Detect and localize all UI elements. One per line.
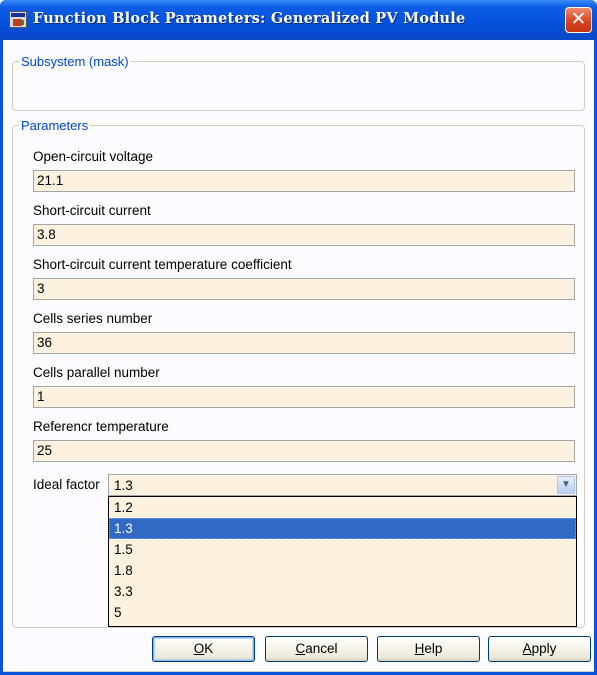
ok-button[interactable]: OK (152, 636, 255, 662)
cancel-button[interactable]: Cancel (265, 636, 368, 662)
dropdown-option[interactable]: 1.8 (109, 560, 576, 581)
ideal-factor-dropdown-list: 1.2 1.3 1.5 1.8 3.3 5 (108, 496, 577, 627)
apply-label-rest: pply (531, 641, 557, 656)
dropdown-option[interactable]: 3.3 (109, 581, 576, 602)
cancel-accel: C (295, 641, 306, 656)
dialog-body: Subsystem (mask) Parameters Open-circuit… (3, 40, 594, 672)
cells-parallel-number-label: Cells parallel number (33, 365, 160, 380)
close-button[interactable]: ✕ (565, 7, 592, 33)
ideal-factor-label: Ideal factor (33, 477, 100, 492)
ok-label-rest: K (204, 641, 214, 656)
ok-accel: O (193, 641, 205, 656)
short-circuit-current-input[interactable]: 3.8 (33, 224, 575, 246)
help-button[interactable]: Help (377, 636, 480, 662)
open-circuit-voltage-label: Open-circuit voltage (33, 149, 154, 164)
ideal-factor-value: 1.3 (114, 478, 133, 493)
ideal-factor-select[interactable]: 1.3 ▼ (108, 474, 577, 496)
subsystem-group: Subsystem (mask) (12, 54, 585, 111)
temp-coefficient-input[interactable]: 3 (33, 278, 575, 300)
parameters-legend: Parameters (21, 118, 89, 133)
temp-coefficient-label: Short-circuit current temperature coeffi… (33, 257, 292, 272)
cells-series-number-input[interactable]: 36 (33, 332, 575, 354)
reference-temperature-label: Referencr temperature (33, 419, 169, 434)
dialog-window: Function Block Parameters: Generalized P… (0, 0, 597, 675)
dropdown-option-selected[interactable]: 1.3 (109, 518, 576, 539)
apply-button[interactable]: Apply (488, 636, 591, 662)
help-accel: H (414, 641, 425, 656)
help-label-rest: elp (424, 641, 443, 656)
simulink-app-icon[interactable] (9, 11, 27, 28)
subsystem-legend: Subsystem (mask) (21, 54, 129, 69)
reference-temperature-input[interactable]: 25 (33, 440, 575, 462)
apply-accel: A (522, 641, 532, 656)
cells-parallel-number-input[interactable]: 1 (33, 386, 575, 408)
dropdown-option[interactable]: 1.5 (109, 539, 576, 560)
open-circuit-voltage-input[interactable]: 21.1 (33, 170, 575, 192)
close-icon: ✕ (570, 9, 587, 30)
title-bar[interactable]: Function Block Parameters: Generalized P… (0, 0, 597, 40)
dialog-bottom-edge (3, 671, 594, 672)
dropdown-option[interactable]: 1.2 (109, 497, 576, 518)
cancel-label-rest: ancel (305, 641, 338, 656)
cells-series-number-label: Cells series number (33, 311, 153, 326)
dropdown-option[interactable]: 5 (109, 602, 576, 623)
window-title: Function Block Parameters: Generalized P… (33, 10, 466, 27)
short-circuit-current-label: Short-circuit current (33, 203, 151, 218)
chevron-down-icon[interactable]: ▼ (557, 476, 575, 494)
